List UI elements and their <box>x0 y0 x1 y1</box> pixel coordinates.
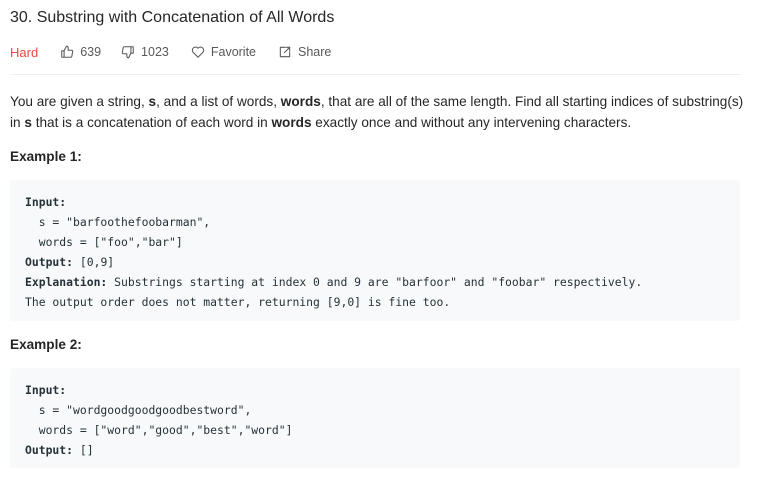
problem-title: 30. Substring with Concatenation of All … <box>10 9 335 26</box>
explanation-line: Explanation: Substrings starting at inde… <box>25 272 725 292</box>
thumbs-down-icon <box>121 46 134 59</box>
description-keyword: words <box>280 94 321 109</box>
difficulty-badge: Hard <box>10 44 39 60</box>
input-words-line: words = ["word","good","best","word"] <box>25 423 293 437</box>
example-2-title: Example 2: <box>10 337 82 352</box>
description-keyword: s <box>24 115 32 130</box>
description-text: that is a concatenation of each word in <box>31 115 272 130</box>
output-line: Output: [] <box>25 440 725 460</box>
explanation-value: Substrings starting at index 0 and 9 are… <box>107 275 643 289</box>
input-s-line: s = "barfoothefoobarman", <box>25 215 211 229</box>
thumbs-up-icon <box>61 45 74 58</box>
share-icon <box>279 46 291 58</box>
input-label: Input: <box>25 383 67 397</box>
input-label: Input: <box>25 195 67 209</box>
favorite-label: Favorite <box>210 45 257 59</box>
header-divider <box>10 74 741 75</box>
heart-icon <box>191 46 204 58</box>
dislike-button[interactable]: 1023 <box>121 45 169 59</box>
description-keyword: s <box>148 94 157 109</box>
problem-meta-bar: Hard 639 1023 Favorite Share <box>10 43 331 61</box>
explanation-label: Explanation: <box>25 275 108 289</box>
output-label: Output: <box>25 255 74 269</box>
output-value: [0,9] <box>73 255 115 269</box>
input-s-line: s = "wordgoodgoodgoodbestword", <box>25 403 252 417</box>
output-line: Output: [0,9] <box>25 252 725 272</box>
output-label: Output: <box>25 443 74 457</box>
description-text: exactly once and without any intervening… <box>311 115 632 130</box>
description-text: , and a list of words, <box>156 94 281 109</box>
description-text: You are given a string, <box>10 94 149 109</box>
example-1-title: Example 1: <box>10 149 82 164</box>
input-words-line: words = ["foo","bar"] <box>25 235 183 249</box>
share-button[interactable]: Share <box>278 45 331 59</box>
dislike-count: 1023 <box>141 45 169 59</box>
favorite-button[interactable]: Favorite <box>191 45 256 59</box>
share-label: Share <box>298 45 332 59</box>
like-button[interactable]: 639 <box>60 45 101 59</box>
output-value: [] <box>73 443 94 457</box>
example-2-code-block: Input: s = "wordgoodgoodgoodbestword", w… <box>10 368 740 468</box>
example-1-code-block: Input: s = "barfoothefoobarman", words =… <box>10 180 740 321</box>
description-keyword: words <box>271 115 312 130</box>
like-count: 639 <box>80 45 102 59</box>
problem-description: You are given a string, s, and a list of… <box>10 91 745 133</box>
explanation-extra-line: The output order does not matter, return… <box>25 295 451 309</box>
